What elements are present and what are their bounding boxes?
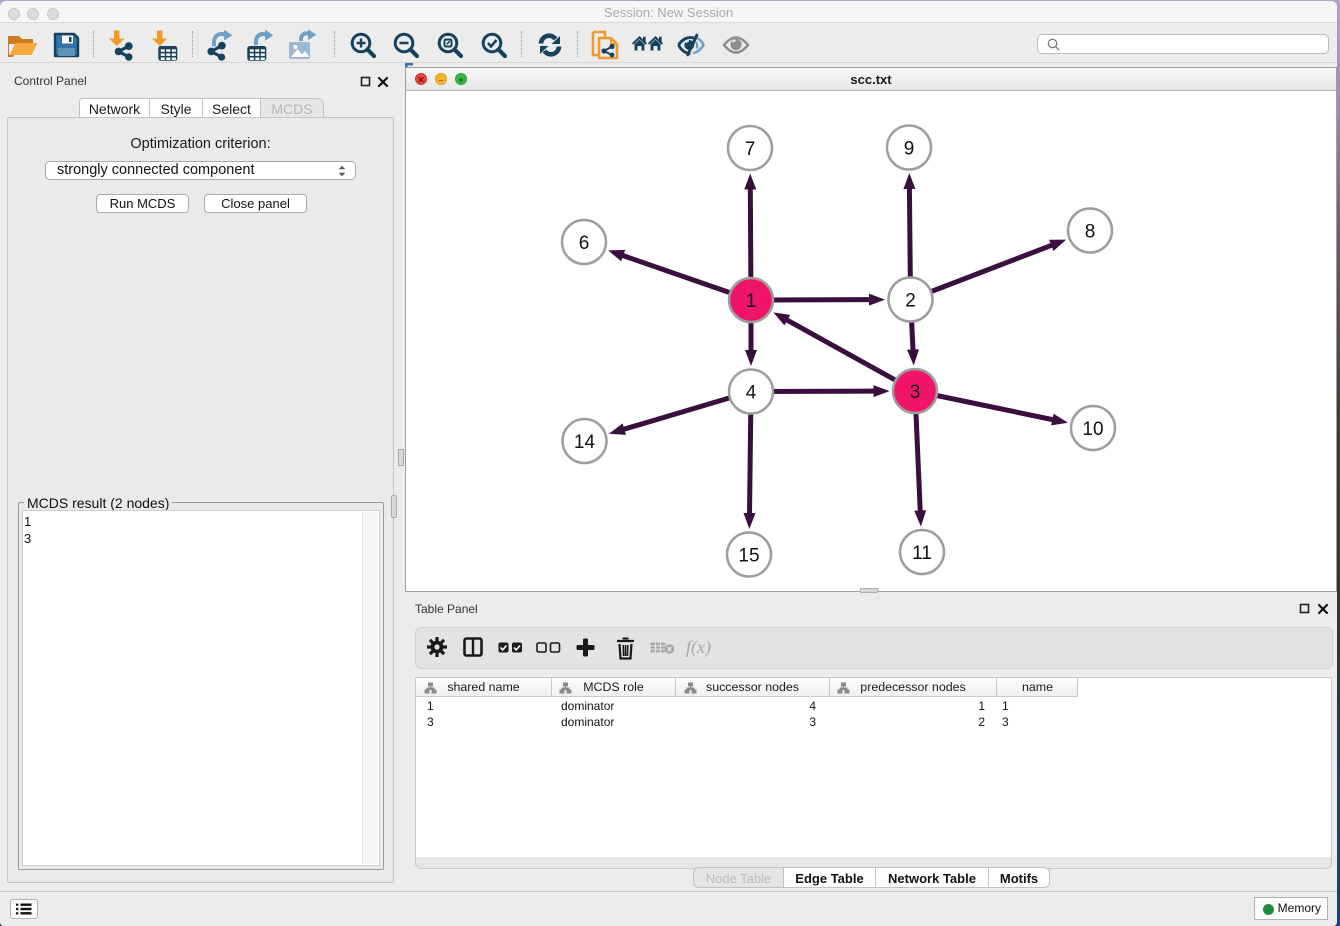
svg-text:4: 4	[746, 383, 757, 404]
svg-text:6: 6	[579, 233, 590, 254]
svg-text:2: 2	[905, 291, 916, 312]
svg-text:1: 1	[746, 291, 757, 312]
svg-text:14: 14	[574, 432, 596, 453]
svg-text:3: 3	[910, 382, 921, 403]
svg-text:7: 7	[745, 139, 756, 160]
svg-text:8: 8	[1085, 222, 1096, 243]
svg-text:10: 10	[1082, 419, 1103, 440]
svg-text:15: 15	[738, 546, 759, 567]
svg-text:9: 9	[904, 139, 915, 160]
svg-text:11: 11	[912, 543, 932, 564]
